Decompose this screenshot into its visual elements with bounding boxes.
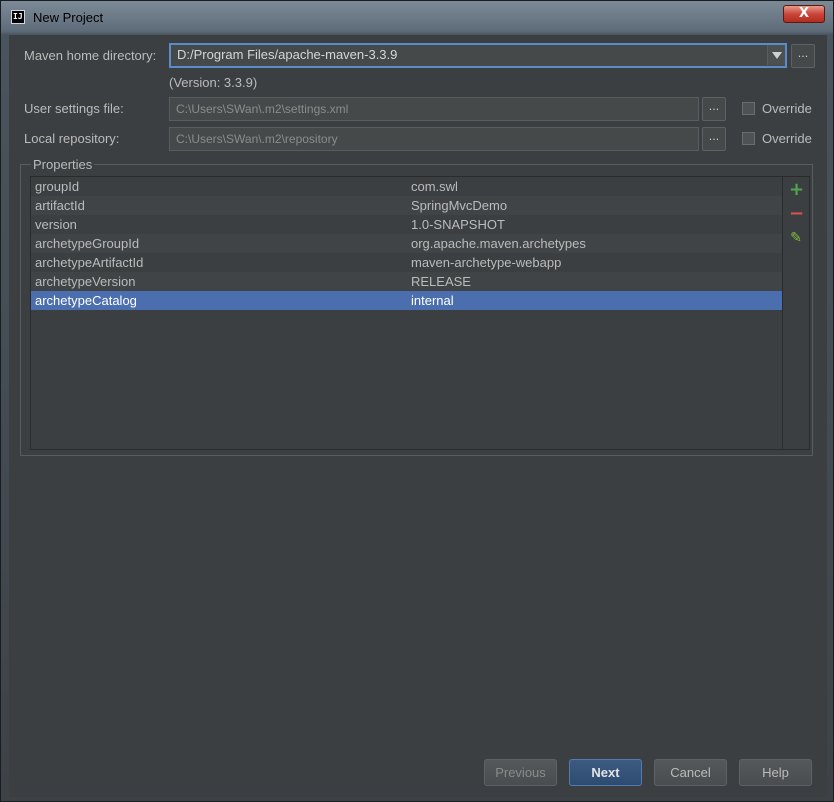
table-row[interactable]: archetypeCatalog internal (31, 291, 782, 310)
chevron-down-icon[interactable] (767, 45, 785, 65)
cancel-button[interactable]: Cancel (654, 759, 727, 786)
property-key: version (35, 217, 77, 232)
property-value: internal (411, 293, 454, 308)
properties-table[interactable]: groupId com.swl artifactId SpringMvcDemo ver… (30, 176, 783, 450)
table-row[interactable]: groupId com.swl (31, 177, 782, 196)
edit-icon[interactable]: ✎ (789, 231, 803, 245)
local-repository-override-label[interactable]: Override (762, 131, 812, 146)
user-settings-input[interactable]: C:\Users\SWan\.m2\settings.xml (169, 97, 699, 121)
table-row[interactable]: version 1.0-SNAPSHOT (31, 215, 782, 234)
maven-home-combobox[interactable]: D:/Program Files/apache-maven-3.3.9 (169, 43, 787, 68)
property-value: 1.0-SNAPSHOT (411, 217, 505, 232)
property-key: archetypeArtifactId (35, 255, 144, 270)
remove-icon[interactable]: − (789, 205, 804, 223)
close-button[interactable]: X (783, 5, 825, 23)
property-key: archetypeCatalog (35, 293, 137, 308)
user-settings-override-checkbox[interactable] (742, 102, 755, 115)
properties-title: Properties (31, 157, 95, 172)
maven-home-browse-button[interactable]: ... (791, 44, 815, 68)
user-settings-browse-button[interactable]: ... (702, 97, 726, 121)
local-repository-input[interactable]: C:\Users\SWan\.m2\repository (169, 127, 699, 151)
table-row[interactable]: archetypeArtifactId maven-archetype-webap… (31, 253, 782, 272)
window-title: New Project (33, 10, 104, 25)
property-key: archetypeGroupId (35, 236, 140, 251)
property-key: archetypeVersion (35, 274, 136, 289)
table-row[interactable]: archetypeVersion RELEASE (31, 272, 782, 291)
table-row[interactable]: archetypeGroupId org.apache.maven.archety… (31, 234, 782, 253)
properties-toolbar: + − ✎ (783, 176, 810, 450)
previous-button[interactable]: Previous (484, 759, 557, 786)
local-repository-override-checkbox[interactable] (742, 132, 755, 145)
property-value: maven-archetype-webapp (411, 255, 562, 270)
intellij-app-icon: IJ (11, 10, 25, 24)
property-value: SpringMvcDemo (411, 198, 508, 213)
title-bar[interactable]: IJ New Project X (1, 1, 833, 34)
new-project-dialog: IJ New Project X Maven home directory: D… (0, 0, 834, 802)
maven-version-text: (Version: 3.3.9) (169, 75, 258, 90)
user-settings-label: User settings file: (24, 101, 124, 116)
add-icon[interactable]: + (789, 181, 804, 199)
property-value: com.swl (411, 179, 458, 194)
user-settings-override-label[interactable]: Override (762, 101, 812, 116)
local-repository-browse-button[interactable]: ... (702, 127, 726, 151)
maven-home-value: D:/Program Files/apache-maven-3.3.9 (177, 47, 398, 62)
property-key: artifactId (35, 198, 85, 213)
property-key: groupId (35, 179, 80, 194)
local-repository-label: Local repository: (24, 131, 120, 146)
help-button[interactable]: Help (739, 759, 812, 786)
property-value: org.apache.maven.archetypes (411, 236, 586, 251)
maven-home-label: Maven home directory: (24, 48, 157, 63)
table-row[interactable]: artifactId SpringMvcDemo (31, 196, 782, 215)
property-value: RELEASE (411, 274, 471, 289)
next-button[interactable]: Next (569, 759, 642, 786)
